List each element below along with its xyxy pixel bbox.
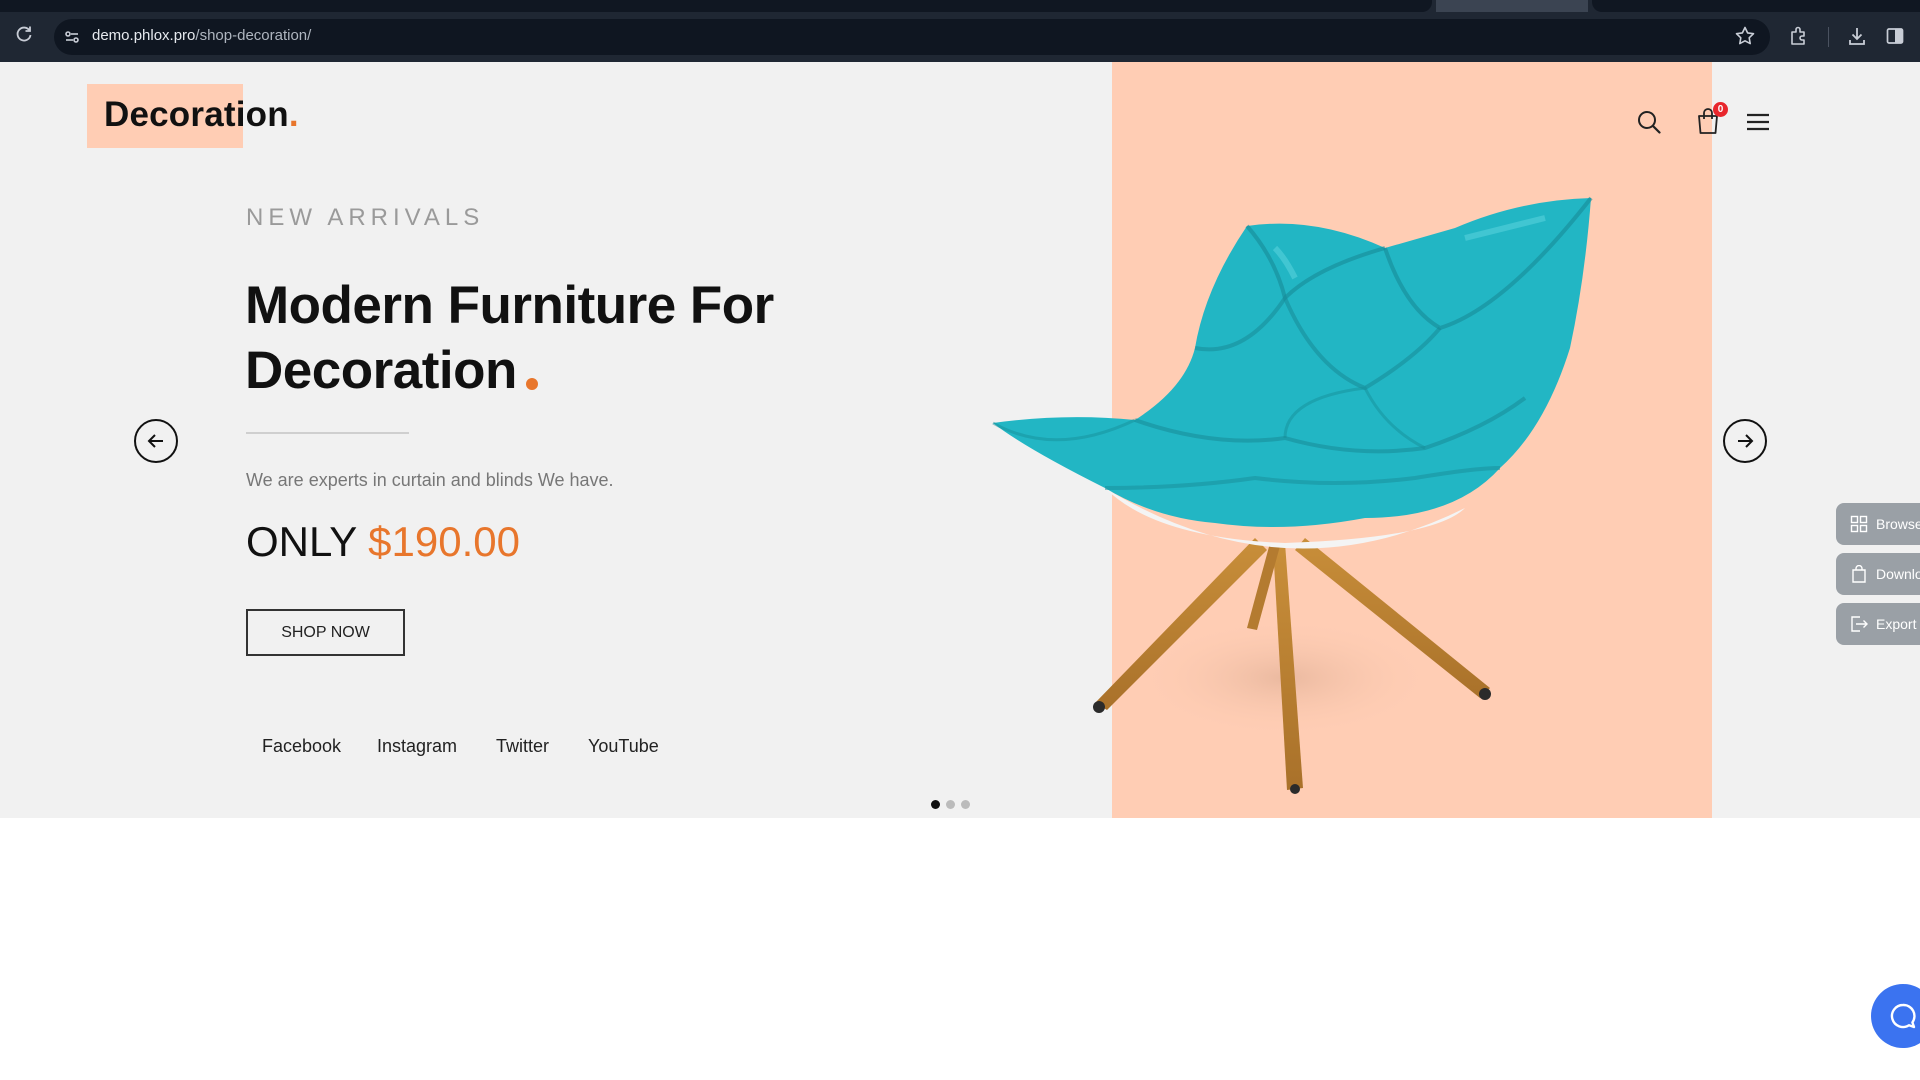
headline-accent-dot bbox=[525, 378, 538, 390]
hero-price: ONLY $190.00 bbox=[246, 514, 520, 570]
social-link-youtube[interactable]: YouTube bbox=[588, 736, 659, 757]
site-info-icon[interactable] bbox=[62, 27, 82, 47]
site-logo[interactable]: Decoration. bbox=[104, 90, 299, 140]
cart-count-badge: 0 bbox=[1713, 102, 1728, 117]
side-tool-export[interactable]: Export S bbox=[1836, 603, 1920, 645]
price-prefix: ONLY bbox=[246, 518, 357, 565]
hero-divider bbox=[246, 432, 409, 434]
hero-headline-line1: Modern Furniture For bbox=[245, 276, 774, 335]
hero-subtitle: We are experts in curtain and blinds We … bbox=[246, 470, 614, 490]
search-icon[interactable] bbox=[1636, 109, 1662, 135]
address-bar[interactable] bbox=[54, 19, 1770, 55]
social-link-twitter[interactable]: Twitter bbox=[496, 736, 549, 757]
reload-icon[interactable] bbox=[14, 24, 34, 44]
hero-slider: Decoration. 0 NEW ARRIVALS Modern Furnit… bbox=[0, 62, 1920, 818]
side-tool-browse[interactable]: Browse bbox=[1836, 503, 1920, 545]
social-link-facebook[interactable]: Facebook bbox=[262, 736, 341, 757]
chair-image bbox=[992, 196, 1593, 794]
bookmark-star-icon[interactable] bbox=[1734, 25, 1756, 47]
side-tool-export-label: Export S bbox=[1876, 616, 1920, 632]
chat-icon bbox=[1890, 1003, 1916, 1029]
url-host: demo.phlox.pro bbox=[92, 27, 196, 44]
toolbar-divider bbox=[1828, 27, 1829, 47]
active-tab[interactable] bbox=[1436, 0, 1588, 12]
price-amount: $190.00 bbox=[368, 518, 520, 565]
url-text[interactable]: demo.phlox.pro/shop-decoration/ bbox=[92, 26, 311, 46]
slider-dot-3[interactable] bbox=[961, 800, 970, 809]
hero-headline: Modern Furniture For Decoration bbox=[245, 273, 865, 403]
url-path: /shop-decoration/ bbox=[195, 27, 312, 44]
chat-launcher-button[interactable] bbox=[1871, 984, 1920, 1048]
side-tool-browse-label: Browse bbox=[1876, 516, 1920, 532]
browser-tab-strip bbox=[0, 0, 1920, 12]
hero-headline-line2: Decoration bbox=[245, 341, 517, 400]
arrow-right-icon bbox=[1738, 434, 1754, 448]
side-tool-download-label: Downlo bbox=[1876, 566, 1920, 582]
hero-eyebrow: NEW ARRIVALS bbox=[246, 204, 485, 231]
slider-dot-1[interactable] bbox=[931, 800, 940, 809]
slider-next-button[interactable] bbox=[1723, 419, 1767, 463]
shop-now-button[interactable]: SHOP NOW bbox=[246, 609, 405, 656]
logo-dot: . bbox=[288, 95, 299, 134]
side-panel-icon[interactable] bbox=[1884, 25, 1906, 47]
social-link-instagram[interactable]: Instagram bbox=[377, 736, 457, 757]
bag-icon bbox=[1852, 565, 1866, 583]
inactive-tabs-right[interactable] bbox=[1592, 0, 1920, 12]
inactive-tabs[interactable] bbox=[0, 0, 1432, 12]
slider-prev-button[interactable] bbox=[134, 419, 178, 463]
logo-text: Decoration bbox=[104, 95, 289, 134]
grid-icon bbox=[1850, 515, 1868, 533]
hamburger-menu-icon[interactable] bbox=[1745, 110, 1771, 134]
side-tool-download[interactable]: Downlo bbox=[1836, 553, 1920, 595]
extensions-icon[interactable] bbox=[1788, 25, 1810, 47]
hero-headline-line2-wrap: Decoration bbox=[245, 338, 865, 403]
download-icon[interactable] bbox=[1846, 25, 1868, 47]
export-icon bbox=[1851, 616, 1868, 632]
slider-dot-2[interactable] bbox=[946, 800, 955, 809]
arrow-left-icon bbox=[147, 434, 163, 448]
